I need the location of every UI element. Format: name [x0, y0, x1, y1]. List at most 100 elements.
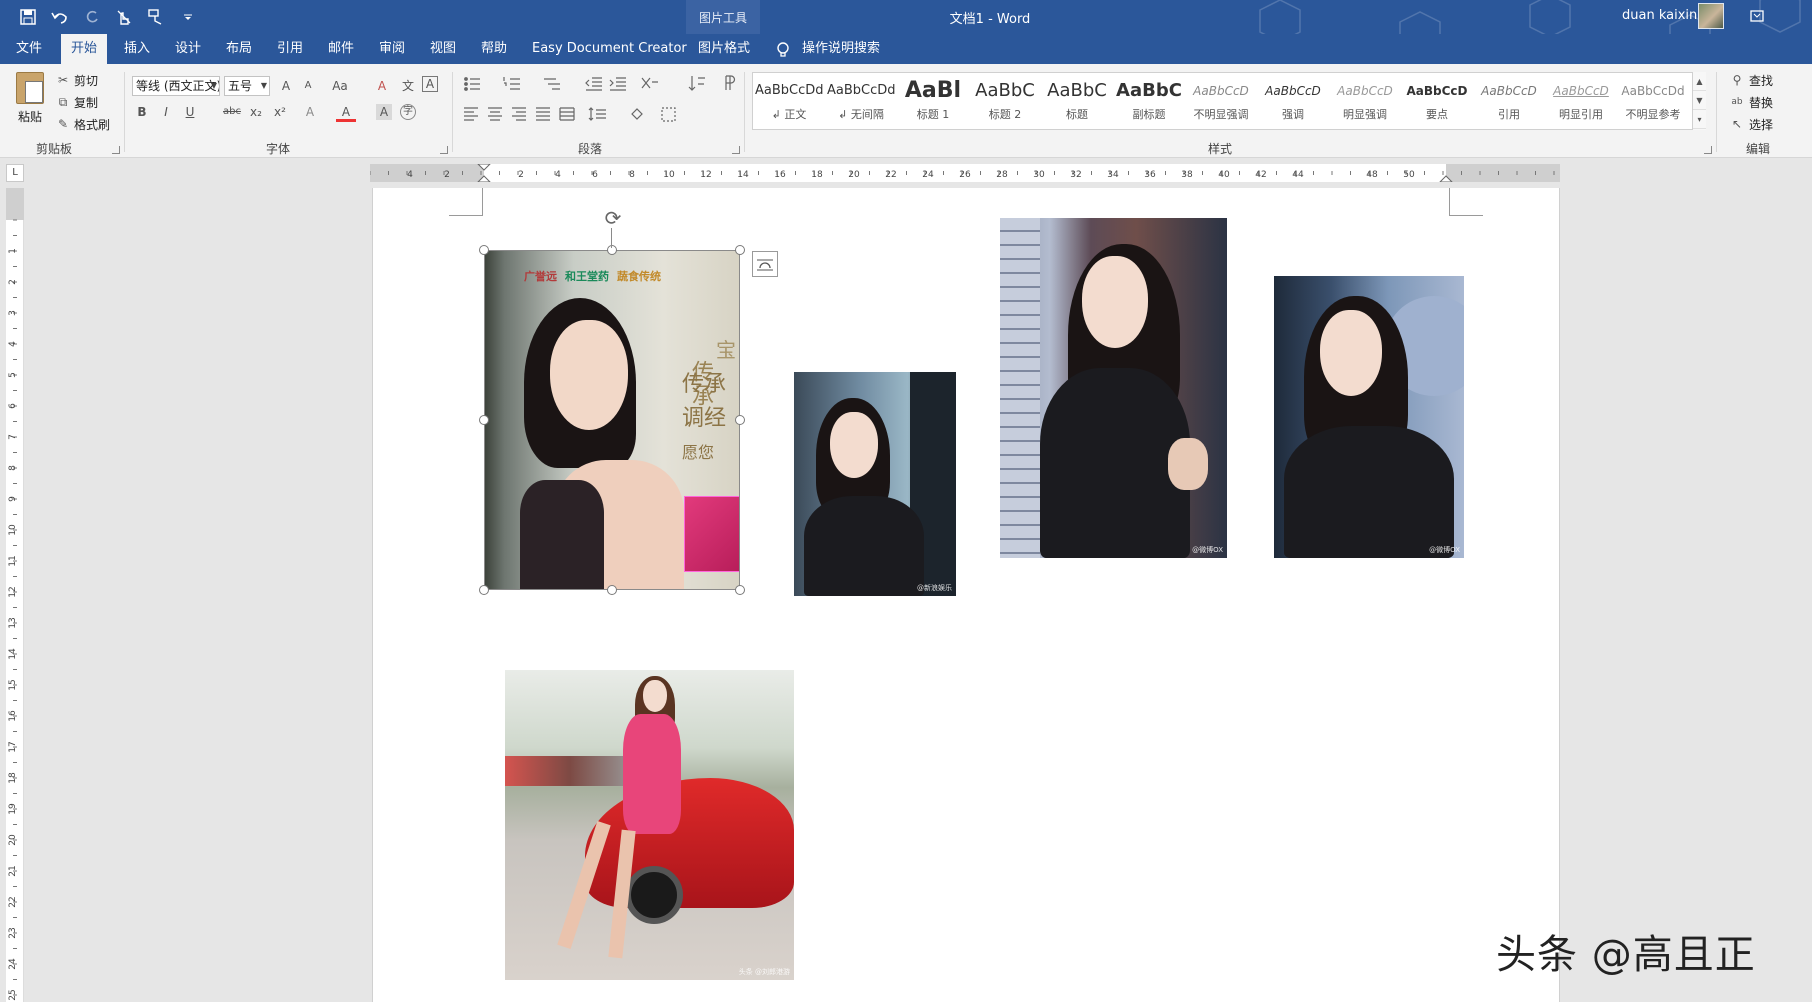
- cut-button[interactable]: ✂ 剪切: [56, 70, 98, 90]
- tab-mailings[interactable]: 邮件: [318, 34, 364, 64]
- horizontal-ruler[interactable]: 4 2 2 4 6 8 10 12 14 16 18 20 22 24 26 28 30 32 34 36 38 40 42…: [370, 164, 1560, 182]
- ruler-label: 18: [8, 772, 18, 784]
- style-subtle-emphasis[interactable]: AaBbCcD 不明显强调: [1187, 76, 1255, 128]
- copy-label: 复制: [74, 95, 99, 110]
- style-intense-quote[interactable]: AaBbCcD 明显引用: [1547, 76, 1615, 128]
- copy-button[interactable]: ⧉ 复制: [56, 92, 98, 112]
- grow-font-button[interactable]: A: [276, 76, 296, 96]
- tab-review[interactable]: 审阅: [369, 34, 415, 64]
- paragraph-buttons[interactable]: [462, 74, 736, 130]
- tab-file[interactable]: 文件: [6, 34, 52, 64]
- ruler-label: 17: [8, 741, 18, 752]
- styles-dialog-launcher[interactable]: [1704, 146, 1712, 154]
- find-button[interactable]: ⚲ 查找: [1730, 70, 1773, 90]
- layout-options-icon[interactable]: [752, 251, 778, 277]
- change-case-button[interactable]: Aa: [326, 76, 354, 96]
- more-styles-icon[interactable]: ▾: [1693, 110, 1706, 129]
- rotate-handle-icon[interactable]: ⟳: [601, 206, 625, 230]
- tab-help[interactable]: 帮助: [471, 34, 517, 64]
- style-intense-emphasis[interactable]: AaBbCcD 明显强调: [1331, 76, 1399, 128]
- avatar[interactable]: [1698, 3, 1724, 29]
- picture-portrait-right[interactable]: @微博OX: [1274, 276, 1464, 558]
- styles-gallery-scroll[interactable]: ▲ ▼ ▾: [1692, 72, 1706, 130]
- tab-view[interactable]: 视图: [420, 34, 466, 64]
- replace-button[interactable]: ab 替换: [1730, 92, 1773, 112]
- font-color-button[interactable]: A: [336, 102, 356, 122]
- shading-icon: [631, 108, 643, 120]
- resize-handle[interactable]: [479, 585, 489, 595]
- style-subtitle[interactable]: AaBbC 副标题: [1115, 76, 1183, 128]
- picture-portrait-large[interactable]: @微博OX: [1000, 218, 1227, 558]
- bold-button[interactable]: B: [132, 102, 152, 122]
- style-subtle-reference[interactable]: AaBbCcDd 不明显参考: [1619, 76, 1687, 128]
- resize-handle[interactable]: [607, 245, 617, 255]
- scroll-up-icon[interactable]: ▲: [1693, 72, 1706, 91]
- paste-button[interactable]: 粘贴: [12, 70, 48, 136]
- borders-icon: [661, 107, 676, 122]
- customize-qat-icon[interactable]: [178, 7, 198, 27]
- resize-handle[interactable]: [479, 415, 489, 425]
- character-border-button[interactable]: A: [422, 76, 438, 92]
- resize-handle[interactable]: [479, 245, 489, 255]
- right-indent-marker[interactable]: [1439, 175, 1453, 182]
- text-effects-button[interactable]: A: [300, 102, 320, 122]
- character-shading-button[interactable]: A: [376, 104, 392, 120]
- select-button[interactable]: ↖ 选择: [1730, 114, 1773, 134]
- strikethrough-button[interactable]: abc: [220, 102, 244, 122]
- resize-handle[interactable]: [735, 245, 745, 255]
- style-emphasis[interactable]: AaBbCcD 强调: [1259, 76, 1327, 128]
- tab-home[interactable]: 开始: [61, 34, 108, 64]
- tab-references[interactable]: 引用: [267, 34, 313, 64]
- style-no-spacing[interactable]: AaBbCcDd ↲ 无间隔: [827, 76, 895, 128]
- font-name-combo[interactable]: 等线 (西文正文) ▼: [132, 76, 220, 96]
- font-dialog-launcher[interactable]: [440, 146, 448, 154]
- tab-picture-format[interactable]: 图片格式: [688, 34, 760, 64]
- tell-me-search[interactable]: 操作说明搜索: [792, 34, 890, 64]
- enclose-characters-button[interactable]: 字: [400, 104, 416, 120]
- picture-tools-label: 图片工具: [698, 11, 747, 25]
- style-heading-1[interactable]: AaBl 标题 1: [899, 76, 967, 128]
- undo-icon[interactable]: [50, 7, 70, 27]
- user-name[interactable]: duan kaixin: [1622, 8, 1697, 23]
- vertical-ruler[interactable]: 1 2 3 4 5 6 7 8 9 10 11 12 13 14 15 16 17 18 19 20 21 22 23 24 2…: [6, 188, 24, 1002]
- ruler-label: 23: [8, 927, 18, 938]
- underline-button[interactable]: U: [180, 102, 200, 122]
- shrink-font-button[interactable]: A: [298, 76, 318, 96]
- style-heading-2[interactable]: AaBbC 标题 2: [971, 76, 1039, 128]
- tab-design[interactable]: 设计: [165, 34, 211, 64]
- resize-handle[interactable]: [735, 415, 745, 425]
- phonetic-guide-button[interactable]: 文: [398, 76, 418, 96]
- style-title[interactable]: AaBbC 标题: [1043, 76, 1111, 128]
- tab-layout[interactable]: 布局: [216, 34, 262, 64]
- italic-button[interactable]: I: [156, 102, 176, 122]
- picture-portrait-small[interactable]: @新浪娱乐: [794, 372, 956, 596]
- ribbon-display-options-icon[interactable]: [1746, 7, 1768, 25]
- format-painter-icon[interactable]: [146, 7, 166, 27]
- superscript-button[interactable]: x²: [270, 102, 290, 122]
- paragraph-dialog-launcher[interactable]: [732, 146, 740, 154]
- search-icon: ⚲: [1732, 73, 1742, 87]
- styles-gallery: AaBbCcDd ↲ 正文 AaBbCcDd ↲ 无间隔 AaBl 标题 1 A…: [752, 72, 1704, 130]
- save-icon[interactable]: [18, 7, 38, 27]
- style-normal[interactable]: AaBbCcDd ↲ 正文: [755, 76, 823, 128]
- tab-insert[interactable]: 插入: [114, 34, 160, 64]
- subscript-button[interactable]: x₂: [246, 102, 266, 122]
- tab-selector[interactable]: L: [6, 164, 24, 182]
- resize-handle[interactable]: [735, 585, 745, 595]
- increase-indent-icon: [609, 77, 626, 91]
- touch-mode-icon[interactable]: [114, 7, 134, 27]
- copy-icon: ⧉: [58, 95, 68, 109]
- redo-icon[interactable]: [82, 7, 102, 27]
- resize-handle[interactable]: [607, 585, 617, 595]
- clear-formatting-button[interactable]: A: [372, 76, 392, 96]
- clipboard-dialog-launcher[interactable]: [112, 146, 120, 154]
- style-strong[interactable]: AaBbCcD 要点: [1403, 76, 1471, 128]
- font-size-combo[interactable]: 五号 ▼: [224, 76, 270, 96]
- scroll-down-icon[interactable]: ▼: [1693, 91, 1706, 110]
- picture-car-model[interactable]: 头条 @刘郎港游: [505, 670, 794, 980]
- tab-easy-document-creator[interactable]: Easy Document Creator: [522, 34, 697, 64]
- font-name-value: 等线 (西文正文): [136, 79, 220, 93]
- style-quote[interactable]: AaBbCcD 引用: [1475, 76, 1543, 128]
- format-painter-button[interactable]: ✎ 格式刷: [56, 114, 110, 134]
- indent-marker[interactable]: [477, 164, 491, 182]
